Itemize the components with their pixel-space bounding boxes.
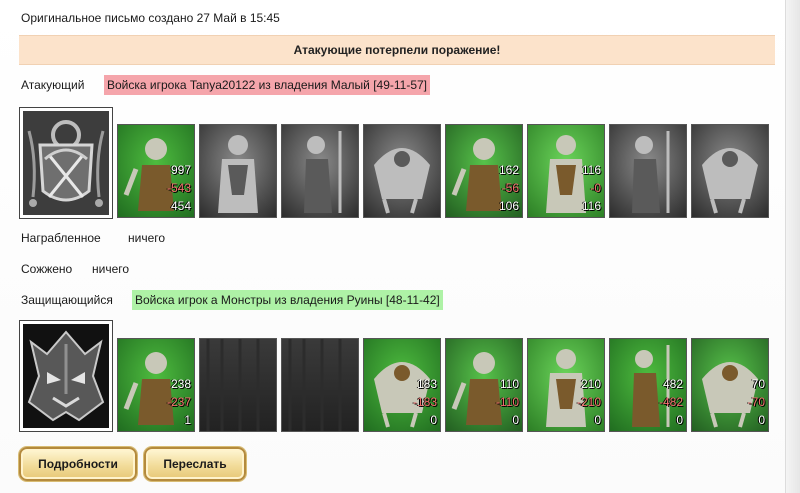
defender-emblem [19,320,113,432]
griffin-unit-icon[interactable] [363,124,441,218]
unit-total-count: 110 [499,377,519,391]
armored-knight-unit-icon[interactable] [199,124,277,218]
unit-counts: 482 -482 0 [659,375,683,429]
unit-lost-count: -543 [166,181,191,195]
unit-counts: 238 -237 1 [167,375,191,429]
unit-total-count: 70 [751,377,765,391]
unit-remaining-count: 0 [594,413,601,427]
unit-lost-count: -210 [576,395,601,409]
unit-lost-count: -183 [412,395,437,409]
hooded-monk-unit-icon[interactable] [609,124,687,218]
battle-report-page: Оригинальное письмо создано 27 Май в 15:… [0,0,800,493]
empty-unit-slot[interactable] [199,338,277,432]
attacker-label: Атакующий [21,78,85,92]
green-ghost-unit-icon[interactable]: 482 -482 0 [609,338,687,432]
details-button[interactable]: Подробности [19,447,137,481]
unit-remaining-count: 0 [758,413,765,427]
attacker-emblem [19,107,113,219]
plundered-value: ничего [128,231,166,245]
unit-total-count: 238 [170,377,191,391]
unit-remaining-count: 0 [676,413,683,427]
unit-lost-count: -70 [747,395,765,409]
spear-warrior-unit-icon[interactable] [281,124,359,218]
unit-total-count: 183 [416,377,437,391]
unit-remaining-count: 0 [512,413,519,427]
demon-mask-crest-icon [23,324,109,428]
unit-total-count: 116 [581,163,601,177]
unit-counts: 210 -210 0 [577,375,601,429]
unit-remaining-count: 1 [184,413,191,427]
scrollbar-track[interactable] [785,0,800,493]
spider-beast-unit-icon[interactable]: 110 -110 0 [445,338,523,432]
elf-archer-unit-icon[interactable]: 162 -56 106 [445,124,523,218]
unit-counts: 997 -543 454 [167,161,191,215]
defender-troops-badge: Войска игрок а Монстры из владения Руины… [132,290,443,310]
naga-serpent-unit-icon[interactable]: 70 -70 0 [691,338,769,432]
empty-unit-slot[interactable] [281,338,359,432]
forward-button[interactable]: Переслать [144,447,246,481]
unit-remaining-count: 0 [430,413,437,427]
dwarf-warrior-unit-icon[interactable]: 997 -543 454 [117,124,195,218]
unit-counts: 70 -70 0 [748,375,765,429]
unit-counts: 110 -110 0 [496,375,519,429]
unit-counts: 183 -183 0 [413,375,437,429]
unit-counts: 116 -0 116 [582,161,601,215]
toad-beast-unit-icon[interactable]: 238 -237 1 [117,338,195,432]
unit-total-count: 997 [170,163,191,177]
unit-lost-count: -237 [166,395,191,409]
green-gargoyle-unit-icon[interactable]: 183 -183 0 [363,338,441,432]
plundered-label: Награбленное [21,231,101,245]
unit-remaining-count: 106 [498,199,519,213]
unit-remaining-count: 454 [170,199,191,213]
druid-mage-unit-icon[interactable]: 116 -0 116 [527,124,605,218]
battle-result-banner: Атакующие потерпели поражение! [19,35,775,65]
unit-lost-count: -56 [501,181,519,195]
unit-lost-count: -110 [495,395,519,409]
wizard-unit-icon[interactable] [691,124,769,218]
unit-total-count: 162 [498,163,519,177]
crossed-bows-crest-icon [23,111,109,215]
unit-remaining-count: 116 [581,199,601,213]
created-date-text: Оригинальное письмо создано 27 Май в 15:… [21,11,280,25]
unit-total-count: 210 [580,377,601,391]
swamp-witch-unit-icon[interactable]: 210 -210 0 [527,338,605,432]
defender-label: Защищающийся [21,293,113,307]
unit-counts: 162 -56 106 [499,161,519,215]
unit-lost-count: -0 [590,181,601,195]
burned-label: Сожжено [21,262,73,276]
unit-lost-count: -482 [658,395,683,409]
burned-value: ничего [92,262,130,276]
unit-total-count: 482 [662,377,683,391]
attacker-troops-badge: Войска игрока Tanya20122 из владения Мал… [104,75,431,95]
